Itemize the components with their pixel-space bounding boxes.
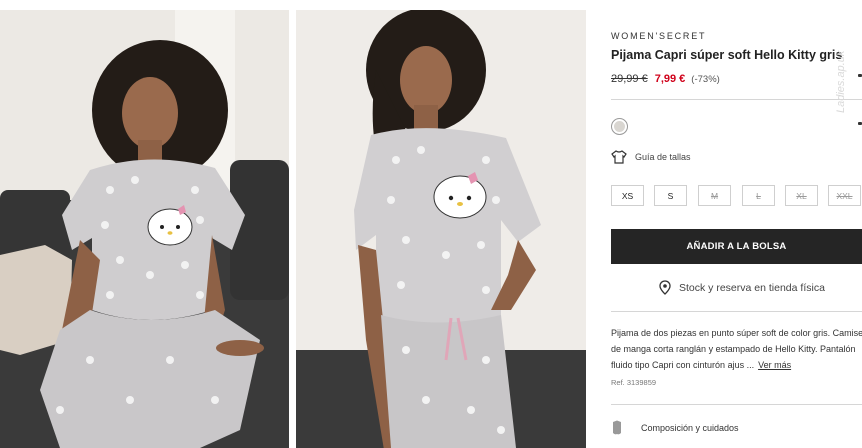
divider bbox=[611, 404, 862, 405]
description-line: de manga corta ranglán y estampado de He… bbox=[611, 344, 856, 354]
size-option-s[interactable]: S bbox=[654, 185, 687, 206]
color-swatch-grey[interactable] bbox=[611, 118, 628, 135]
fabric-tag-icon bbox=[613, 420, 621, 435]
store-stock-link[interactable]: Stock y reserva en tienda física bbox=[659, 280, 825, 295]
product-description: Pijama de dos piezas en punto súper soft… bbox=[611, 325, 862, 373]
product-image-1[interactable] bbox=[0, 10, 289, 448]
store-stock-label: Stock y reserva en tienda física bbox=[679, 281, 825, 294]
old-price: 29,99 € bbox=[611, 73, 648, 85]
product-title: Pijama Capri súper soft Hello Kitty gris bbox=[611, 48, 843, 62]
sale-price: 7,99 € bbox=[654, 73, 686, 85]
product-image-2[interactable] bbox=[296, 10, 586, 448]
edge-mark bbox=[858, 74, 862, 77]
see-more-link[interactable]: Ver más bbox=[758, 360, 791, 370]
size-guide-link[interactable]: Guía de tallas bbox=[611, 150, 691, 164]
size-guide-label: Guía de tallas bbox=[635, 152, 691, 162]
size-option-l[interactable]: L bbox=[742, 185, 775, 206]
watermark-text: Ladies.ap.uk bbox=[835, 50, 847, 113]
brand-name: WOMEN'SECRET bbox=[611, 31, 707, 41]
product-info-panel: WOMEN'SECRET Pijama Capri súper soft Hel… bbox=[611, 0, 862, 448]
size-option-m[interactable]: M bbox=[698, 185, 731, 206]
composition-care-link[interactable]: Composición y cuidados bbox=[611, 420, 739, 436]
edge-mark bbox=[858, 122, 862, 125]
size-option-xxl[interactable]: XXL bbox=[828, 185, 861, 206]
watermark: Ladies.ap.uk bbox=[835, 18, 861, 128]
product-reference: Ref. 3139859 bbox=[611, 378, 657, 387]
location-pin-icon bbox=[659, 280, 671, 295]
add-to-bag-button[interactable]: AÑADIR A LA BOLSA bbox=[611, 229, 862, 264]
composition-care-label: Composición y cuidados bbox=[641, 423, 739, 433]
model-photo-seated bbox=[0, 10, 289, 448]
divider bbox=[611, 99, 862, 100]
divider bbox=[611, 311, 862, 312]
price-block: 29,99 € 7,99 € (-73%) bbox=[611, 73, 720, 85]
size-option-xs[interactable]: XS bbox=[611, 185, 644, 206]
description-line: fluido tipo Capri con cinturón ajus ... bbox=[611, 360, 755, 370]
tshirt-icon bbox=[611, 150, 627, 164]
description-line: Pijama de dos piezas en punto súper soft… bbox=[611, 328, 862, 338]
model-photo-standing bbox=[296, 10, 586, 448]
discount-badge: (-73%) bbox=[691, 74, 720, 85]
size-option-xl[interactable]: XL bbox=[785, 185, 818, 206]
